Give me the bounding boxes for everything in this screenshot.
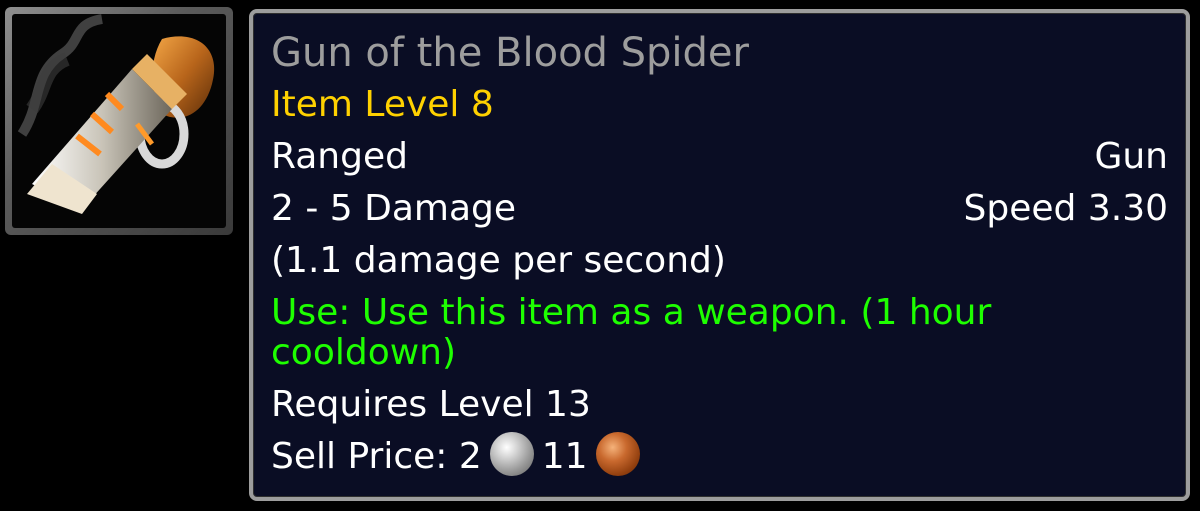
- use-effect: Use: Use this item as a weapon. (1 hour …: [271, 292, 992, 373]
- weapon-type: Gun: [1094, 136, 1168, 177]
- item-slot: Ranged: [271, 136, 408, 177]
- copper-coin-icon: [595, 432, 640, 476]
- sell-price: Sell Price: 2 11: [271, 431, 1168, 483]
- item-icon-frame[interactable]: [5, 7, 233, 235]
- weapon-speed: Speed 3.30: [963, 188, 1168, 229]
- weapon-dps: (1.1 damage per second): [271, 240, 726, 281]
- item-name: Gun of the Blood Spider: [271, 30, 749, 76]
- gun-icon: [12, 14, 226, 228]
- sell-price-copper: 11: [541, 436, 588, 477]
- level-requirement: Requires Level 13: [271, 384, 591, 425]
- sell-price-label: Sell Price:: [271, 436, 448, 477]
- item-tooltip: Gun of the Blood Spider Item Level 8 Ran…: [249, 9, 1190, 501]
- damage-row: 2 - 5 Damage Speed 3.30: [271, 183, 1168, 235]
- item-level: Item Level 8: [271, 84, 494, 125]
- sell-price-silver: 2: [458, 436, 482, 477]
- slot-row: Ranged Gun: [271, 131, 1168, 183]
- silver-coin-icon: [489, 432, 534, 476]
- weapon-damage: 2 - 5 Damage: [271, 188, 517, 229]
- tooltip-content: Gun of the Blood Spider Item Level 8 Ran…: [271, 27, 1168, 483]
